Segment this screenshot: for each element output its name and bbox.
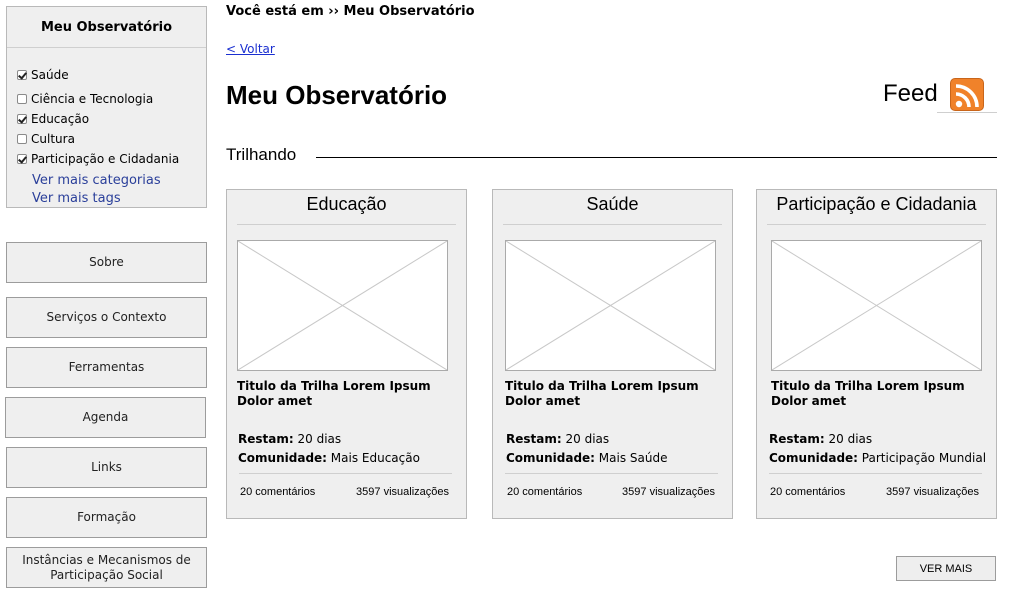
image-placeholder xyxy=(771,240,982,371)
category-label: Participação e Cidadania xyxy=(31,152,180,166)
community-label: Comunidade: xyxy=(238,451,327,465)
remaining-row: Restam: 20 dias xyxy=(506,432,609,446)
image-placeholder xyxy=(505,240,716,371)
category-label: Educação xyxy=(31,112,90,126)
trail-title[interactable]: Titulo da Trilha Lorem Ipsum Dolor amet xyxy=(237,379,452,409)
panel-title: Meu Observatório xyxy=(7,7,206,48)
feed-label: Feed xyxy=(883,80,938,107)
views-count: 3597 visualizações xyxy=(886,486,979,498)
nav-servicos-contexto[interactable]: Serviços o Contexto xyxy=(6,297,207,338)
trail-title[interactable]: Titulo da Trilha Lorem Ipsum Dolor amet xyxy=(505,379,720,409)
nav-instancias-mecanismos[interactable]: Instâncias e Mecanismos de Participação … xyxy=(6,547,207,588)
breadcrumb: Você está em ›› Meu Observatório xyxy=(226,4,475,19)
category-label: Saúde xyxy=(31,68,69,82)
card-divider xyxy=(767,224,986,225)
section-divider xyxy=(316,157,997,158)
community-row: Comunidade: Mais Educação xyxy=(238,451,420,465)
page-title: Meu Observatório xyxy=(226,80,448,110)
more-categories-link[interactable]: Ver mais categorias xyxy=(32,173,161,188)
category-cultura[interactable]: Cultura xyxy=(17,132,75,146)
community-row: Comunidade: Participação Mundial xyxy=(769,451,986,465)
community-value: Participação Mundial xyxy=(861,451,987,465)
comments-count: 20 comentários xyxy=(507,486,583,498)
remaining-value: 20 dias xyxy=(828,432,873,446)
community-value: Mais Saúde xyxy=(598,451,668,465)
card-divider xyxy=(503,224,722,225)
rss-feed-icon[interactable] xyxy=(950,78,984,111)
nav-ferramentas[interactable]: Ferramentas xyxy=(6,347,207,388)
category-saude[interactable]: Saúde xyxy=(17,68,69,82)
checkbox[interactable] xyxy=(17,94,27,104)
category-filter-panel: Meu Observatório Saúde Ciência e Tecnolo… xyxy=(6,6,207,208)
card-divider xyxy=(769,473,982,474)
ver-mais-button[interactable]: VER MAIS xyxy=(896,556,996,581)
checkbox[interactable] xyxy=(17,114,27,124)
nav-links[interactable]: Links xyxy=(6,447,207,488)
more-tags-link[interactable]: Ver mais tags xyxy=(32,191,121,206)
trail-card-participacao-cidadania[interactable]: Participação e Cidadania Titulo da Trilh… xyxy=(756,189,997,519)
remaining-label: Restam: xyxy=(506,432,562,446)
card-divider xyxy=(237,224,456,225)
remaining-label: Restam: xyxy=(238,432,294,446)
category-participacao-cidadania[interactable]: Participação e Cidadania xyxy=(17,152,179,166)
checkbox[interactable] xyxy=(17,134,27,144)
card-divider xyxy=(505,473,718,474)
nav-sobre[interactable]: Sobre xyxy=(6,242,207,283)
checkbox[interactable] xyxy=(17,70,27,80)
card-title: Saúde xyxy=(586,194,639,214)
feed-divider xyxy=(937,112,997,113)
category-educacao[interactable]: Educação xyxy=(17,112,89,126)
card-divider xyxy=(239,473,452,474)
category-ciencia-tecnologia[interactable]: Ciência e Tecnologia xyxy=(17,92,153,106)
remaining-row: Restam: 20 dias xyxy=(769,432,872,446)
back-link[interactable]: < Voltar xyxy=(226,42,275,56)
comments-count: 20 comentários xyxy=(240,486,316,498)
nav-formacao[interactable]: Formação xyxy=(6,497,207,538)
remaining-label: Restam: xyxy=(769,432,825,446)
community-row: Comunidade: Mais Saúde xyxy=(506,451,667,465)
category-label: Cultura xyxy=(31,132,75,146)
views-count: 3597 visualizações xyxy=(622,486,715,498)
category-label: Ciência e Tecnologia xyxy=(31,92,154,106)
trail-title[interactable]: Titulo da Trilha Lorem Ipsum Dolor amet xyxy=(771,379,986,409)
community-label: Comunidade: xyxy=(769,451,858,465)
card-title: Educação xyxy=(306,194,387,214)
image-placeholder xyxy=(237,240,448,371)
checkbox[interactable] xyxy=(17,154,27,164)
card-title: Participação e Cidadania xyxy=(776,194,977,214)
trail-card-saude[interactable]: Saúde Titulo da Trilha Lorem Ipsum Dolor… xyxy=(492,189,733,519)
remaining-row: Restam: 20 dias xyxy=(238,432,341,446)
community-label: Comunidade: xyxy=(506,451,595,465)
trail-card-educacao[interactable]: Educação Titulo da Trilha Lorem Ipsum Do… xyxy=(226,189,467,519)
section-title: Trilhando xyxy=(226,145,297,164)
community-value: Mais Educação xyxy=(330,451,420,465)
remaining-value: 20 dias xyxy=(565,432,610,446)
views-count: 3597 visualizações xyxy=(356,486,449,498)
comments-count: 20 comentários xyxy=(770,486,846,498)
remaining-value: 20 dias xyxy=(297,432,342,446)
nav-agenda[interactable]: Agenda xyxy=(5,397,206,438)
